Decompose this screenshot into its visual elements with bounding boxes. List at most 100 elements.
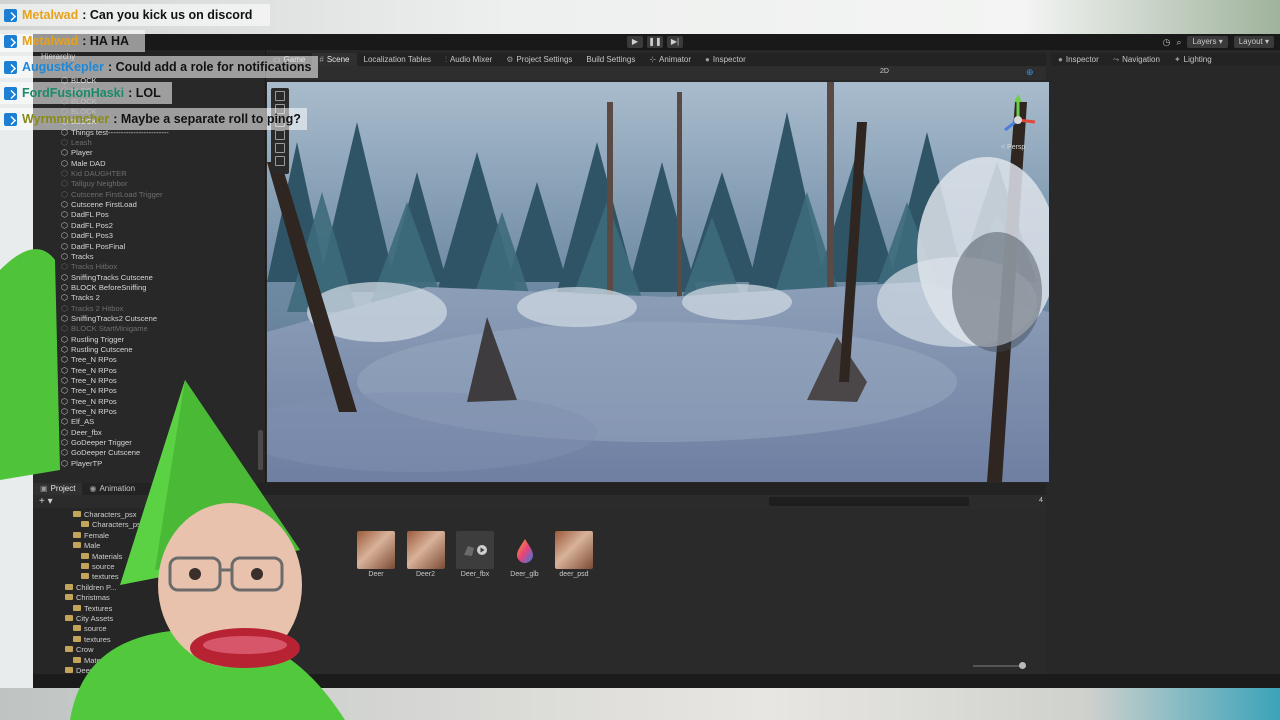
gizmos-icon[interactable]: ⊕	[1026, 67, 1034, 78]
tab-glyph-icon: ✦	[1173, 55, 1181, 64]
gameobject-icon: ⬡	[61, 169, 68, 179]
asset-label: deer_psd	[559, 571, 589, 578]
layout-label: Layout	[1238, 37, 1263, 46]
tab-label: Navigation	[1122, 55, 1160, 64]
asset-item[interactable]: deer_psd	[552, 531, 596, 578]
hierarchy-item[interactable]: ⬡ Cutscene FirstLoad	[33, 200, 266, 210]
play-controls: ▶ ❚❚ ▶|	[627, 36, 683, 48]
asset-label: Deer2	[415, 571, 436, 578]
gameobject-icon: ⬡	[61, 220, 68, 230]
tab-project-settings[interactable]: ⚙ Project Settings	[499, 53, 579, 66]
hierarchy-item[interactable]: ⬡ DadFL Pos	[33, 210, 266, 220]
hierarchy-item[interactable]: ⬡ Player	[33, 148, 266, 158]
hierarchy-item-label: Leash	[71, 138, 92, 148]
rect-tool-icon[interactable]	[275, 143, 285, 153]
chat-message: Metalwad: HA HA	[0, 30, 145, 52]
hierarchy-item[interactable]: ⬡ Kid DAUGHTER	[33, 169, 266, 179]
thumbnail-size-knob[interactable]	[1019, 662, 1026, 669]
tab-audio-mixer[interactable]: ⫶ Audio Mixer	[438, 53, 499, 66]
tab-localization-tables[interactable]: Localization Tables	[357, 53, 438, 66]
chat-message-text: : Could add a role for notifications	[107, 60, 312, 74]
chat-message-text: : Maybe a separate roll to ping?	[113, 112, 301, 126]
tab-animator[interactable]: ⊹ Animator	[642, 53, 698, 66]
tab-build-settings[interactable]: Build Settings	[579, 53, 642, 66]
chat-badge-icon	[4, 8, 17, 22]
tab-label: Inspector	[712, 55, 746, 64]
asset-item[interactable]: Deer2	[404, 531, 448, 578]
chat-username: FordFusionHaski	[22, 86, 125, 100]
gameobject-icon: ⬡	[61, 200, 68, 210]
webcam-gnome-avatar	[0, 249, 345, 720]
tab-inspector[interactable]: ● Inspector	[1051, 53, 1106, 66]
chat-message-text: : HA HA	[82, 34, 130, 48]
texture-thumbnail	[357, 531, 395, 569]
layout-dropdown[interactable]: Layout ▾	[1233, 36, 1274, 48]
gameobject-icon: ⬡	[61, 158, 68, 168]
thumbnail-size-slider[interactable]	[973, 665, 1023, 667]
gameobject-icon: ⬡	[61, 189, 68, 199]
tab-label: Project Settings	[516, 55, 573, 64]
chat-message: Wyrmmuncher: Maybe a separate roll to pi…	[0, 108, 307, 130]
asset-label: Deer	[368, 571, 384, 578]
layers-dropdown[interactable]: Layers ▾	[1187, 36, 1228, 48]
hierarchy-item[interactable]: ⬡ Leash	[33, 138, 266, 148]
tab-label: Localization Tables	[363, 55, 431, 64]
asset-item[interactable]: Deer_glb	[503, 531, 547, 578]
hierarchy-item[interactable]: ⬡ Cutscene FirstLoad Trigger	[33, 190, 266, 200]
scene-viewport[interactable]	[267, 82, 1049, 482]
hierarchy-item[interactable]: ⬡ DadFL Pos2	[33, 221, 266, 231]
asset-item[interactable]: Deer	[354, 531, 398, 578]
tab-label: Animator	[659, 55, 692, 64]
hierarchy-item-label: DadFL Pos2	[71, 220, 113, 230]
chat-username: Metalwad	[22, 34, 79, 48]
gameobject-icon: ⬡	[61, 148, 68, 158]
tab-navigation[interactable]: ⤳ Navigation	[1106, 53, 1167, 66]
orientation-gizmo-icon[interactable]	[997, 92, 1039, 152]
inspector-tab-bar: ● Inspector ⤳ Navigation ✦ Lighting	[1051, 53, 1280, 66]
perspective-label[interactable]: < Persp	[1001, 144, 1025, 151]
chat-message: Metalwad: Can you kick us on discord	[0, 4, 270, 26]
chat-message: AugustKepler: Could add a role for notif…	[0, 56, 318, 78]
play-icon[interactable]: ▶	[627, 36, 643, 48]
hierarchy-item-label: Cutscene FirstLoad	[71, 200, 137, 210]
tab-glyph-icon: ⊹	[649, 55, 657, 64]
asset-item[interactable]: Deer_fbx	[453, 531, 497, 578]
chat-username: Wyrmmuncher	[22, 112, 110, 126]
scene-tab-bar: ▭Game#SceneLocalization Tables⫶Audio Mix…	[266, 53, 1046, 66]
hierarchy-item-label: Kid DAUGHTER	[71, 169, 127, 179]
gameobject-icon: ⬡	[61, 138, 68, 148]
chat-message-text: : LOL	[128, 86, 161, 100]
hierarchy-item-label: Cutscene FirstLoad Trigger	[71, 189, 163, 199]
layers-label: Layers	[1192, 37, 1217, 46]
chat-username: AugustKepler	[22, 60, 104, 74]
transform-tool-icon[interactable]	[275, 156, 285, 166]
scene-2d-toggle[interactable]: 2D	[880, 68, 889, 75]
search-icon[interactable]: ⌕	[1176, 37, 1181, 48]
tab-glyph-icon: ●	[1058, 55, 1063, 64]
tab-glyph-icon: ⫶	[444, 55, 447, 64]
tab-inspector[interactable]: ● Inspector	[698, 53, 753, 66]
hierarchy-item[interactable]: ⬡ Tallguy Neighbor	[33, 179, 266, 189]
material-droplet-icon	[506, 531, 544, 569]
step-icon[interactable]: ▶|	[667, 36, 683, 48]
chat-username: Metalwad	[22, 8, 79, 22]
chat-message-text: : Can you kick us on discord	[82, 8, 253, 22]
tab-lighting[interactable]: ✦ Lighting	[1167, 53, 1219, 66]
pause-icon[interactable]: ❚❚	[647, 36, 663, 48]
chat-badge-icon	[4, 60, 17, 74]
hierarchy-item-label: DadFL Pos	[71, 210, 109, 220]
snowy-forest-scene	[267, 82, 1049, 482]
project-search-input[interactable]	[769, 497, 969, 506]
chat-badge-icon	[4, 34, 17, 48]
texture-thumbnail	[555, 531, 593, 569]
gameobject-icon: ⬡	[61, 231, 68, 241]
asset-label: Deer_glb	[510, 571, 539, 578]
tab-label: Inspector	[1065, 55, 1099, 64]
gameobject-icon: ⬡	[61, 179, 68, 189]
toolbar-right: ◷ ⌕ Layers ▾ Layout ▾	[1163, 36, 1274, 48]
hierarchy-item-label: DadFL Pos3	[71, 231, 113, 241]
gameobject-icon: ⬡	[61, 210, 68, 220]
history-icon[interactable]: ◷	[1163, 37, 1171, 48]
hierarchy-item-label: Male DAD	[71, 158, 106, 168]
hierarchy-item[interactable]: ⬡ Male DAD	[33, 159, 266, 169]
